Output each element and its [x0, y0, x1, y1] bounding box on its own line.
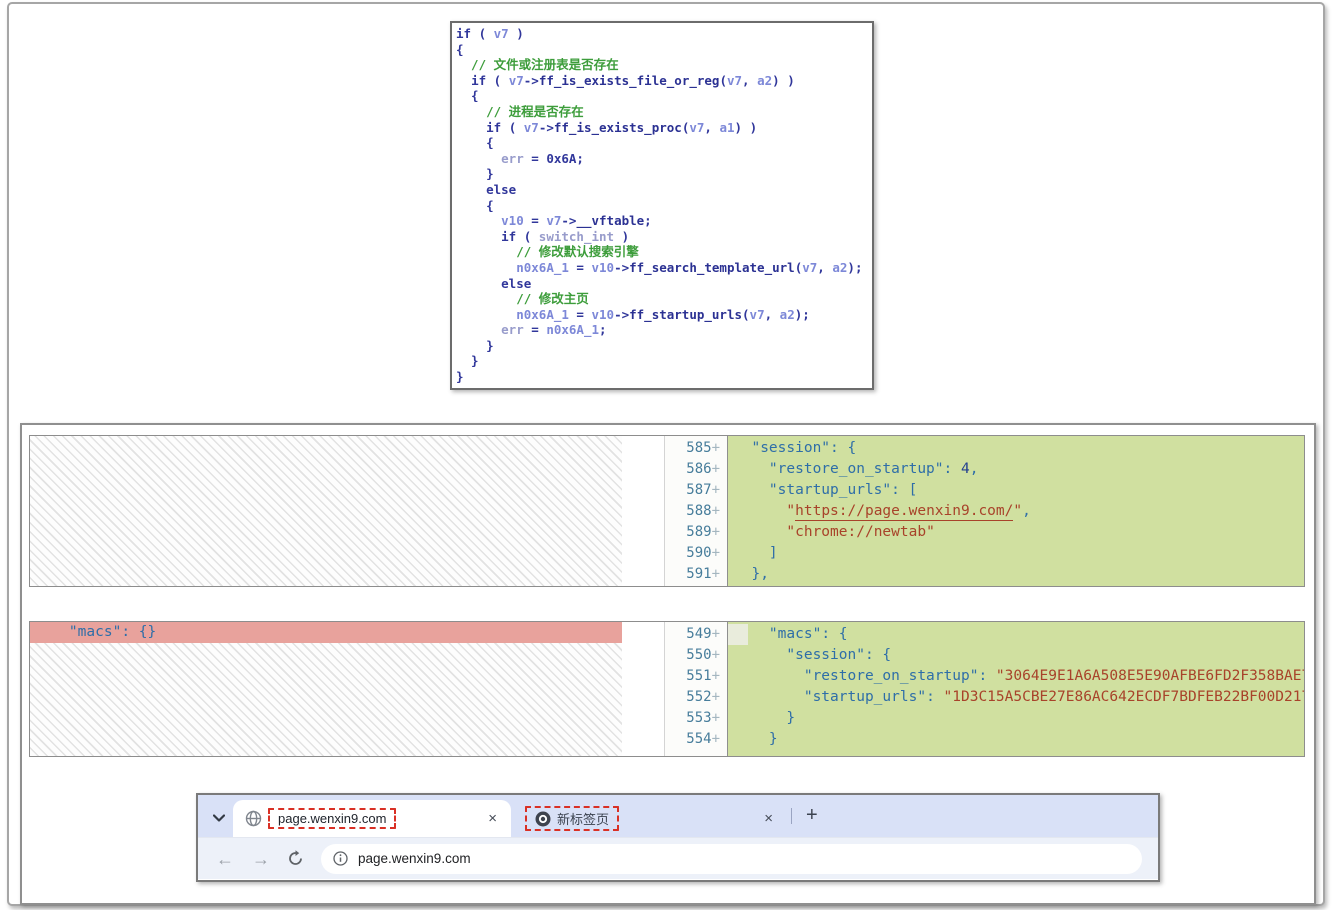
code-line: }: [456, 166, 872, 182]
line-number: 587+: [665, 480, 727, 501]
diff-row: "https://page.wenxin9.com/",: [728, 501, 1304, 522]
back-button[interactable]: ←: [216, 850, 234, 868]
diff1-pane-gap: [622, 436, 665, 586]
diff-row: "session": {: [728, 438, 1304, 459]
chevron-down-icon: [213, 814, 225, 822]
diff2-left-pane: "macs": {}: [30, 622, 622, 756]
red-annotation-box: 新标签页: [525, 806, 619, 831]
code-line: else: [456, 182, 872, 198]
code-line: n0x6A_1 = v10->ff_search_template_url(v7…: [456, 260, 872, 276]
code-line: if ( v7->ff_is_exists_proc(v7, a1) ): [456, 120, 872, 136]
diff2-line-number-gutter: 549+550+551+552+553+554+: [665, 622, 728, 756]
close-icon[interactable]: ×: [760, 809, 777, 828]
page-frame: if ( v7 ){ // 文件或注册表是否存在 if ( v7->ff_is_…: [7, 2, 1325, 906]
code-line: {: [456, 42, 872, 58]
globe-icon: [245, 810, 262, 827]
tab-divider: [791, 808, 792, 824]
line-number: 551+: [665, 666, 727, 687]
line-number: 550+: [665, 645, 727, 666]
forward-button[interactable]: →: [252, 850, 270, 868]
code-line: if ( switch_int ): [456, 229, 872, 245]
line-number: 552+: [665, 687, 727, 708]
diff-row: },: [728, 564, 1304, 585]
code-line: {: [456, 198, 872, 214]
tab-inactive[interactable]: 新标签页 ×: [511, 800, 787, 837]
decompiled-code: if ( v7 ){ // 文件或注册表是否存在 if ( v7->ff_is_…: [456, 26, 872, 385]
line-number: 589+: [665, 522, 727, 543]
diff-block-macs: "macs": {} 549+550+551+552+553+554+ "mac…: [29, 621, 1305, 757]
reload-button[interactable]: [287, 850, 304, 867]
code-line: if ( v7 ): [456, 26, 872, 42]
code-line: }: [456, 338, 872, 354]
code-line: // 进程是否存在: [456, 104, 872, 120]
code-line: err = n0x6A_1;: [456, 322, 872, 338]
diff2-added-pane: "macs": { "session": { "restore_on_start…: [728, 622, 1304, 756]
diff1-added-pane: "session": { "restore_on_startup": 4, "s…: [728, 436, 1304, 586]
code-line: {: [456, 135, 872, 151]
diff-block-session: 585+586+587+588+589+590+591+ "session": …: [29, 435, 1305, 587]
diff-row: }: [728, 708, 1304, 729]
code-line: n0x6A_1 = v10->ff_startup_urls(v7, a2);: [456, 307, 872, 323]
diff1-left-pane: [30, 436, 622, 586]
code-line: v10 = v7->__vftable;: [456, 213, 872, 229]
chromium-icon: [535, 811, 551, 827]
browser-mockup: page.wenxin9.com × 新标签页 × + ← →: [196, 793, 1160, 882]
line-number: 549+: [665, 624, 727, 645]
close-icon[interactable]: ×: [484, 809, 501, 828]
reload-icon: [287, 850, 304, 867]
line-number: 585+: [665, 438, 727, 459]
tab-label: 新标签页: [557, 809, 609, 828]
code-line: // 文件或注册表是否存在: [456, 57, 872, 73]
tab-active[interactable]: page.wenxin9.com ×: [233, 800, 511, 837]
diff-row: "startup_urls": [: [728, 480, 1304, 501]
diff-row: "restore_on_startup": 4,: [728, 459, 1304, 480]
new-tab-button[interactable]: +: [796, 804, 828, 829]
code-line: }: [456, 353, 872, 369]
code-line: if ( v7->ff_is_exists_file_or_reg(v7, a2…: [456, 73, 872, 89]
diff1-line-number-gutter: 585+586+587+588+589+590+591+: [665, 436, 728, 586]
diff-row: "chrome://newtab": [728, 522, 1304, 543]
address-bar[interactable]: page.wenxin9.com: [321, 844, 1142, 874]
diff-row: "session": {: [728, 645, 1304, 666]
code-line: else: [456, 276, 872, 292]
removed-line: "macs": {}: [30, 622, 622, 643]
tab-search-button[interactable]: [207, 806, 231, 830]
diff-row: "restore_on_startup": "3064E9E1A6A508E5E…: [728, 666, 1304, 687]
decompiler-code-panel: if ( v7 ){ // 文件或注册表是否存在 if ( v7->ff_is_…: [450, 21, 874, 390]
tab-strip: page.wenxin9.com × 新标签页 × +: [198, 795, 1158, 837]
diff-row: "macs": {: [728, 624, 1304, 645]
line-number: 554+: [665, 729, 727, 750]
tab-label: page.wenxin9.com: [278, 811, 386, 826]
browser-toolbar: ← → page.wenxin9.com: [198, 837, 1158, 879]
analysis-panel: 585+586+587+588+589+590+591+ "session": …: [20, 423, 1316, 905]
address-url: page.wenxin9.com: [358, 851, 471, 866]
info-icon: [333, 851, 348, 866]
red-annotation-box: page.wenxin9.com: [268, 808, 396, 829]
diff-row: }: [728, 729, 1304, 750]
code-line: // 修改默认搜索引擎: [456, 244, 872, 260]
diff-row: ]: [728, 543, 1304, 564]
line-number: 553+: [665, 708, 727, 729]
code-line: {: [456, 88, 872, 104]
code-line: // 修改主页: [456, 291, 872, 307]
diff-row: "startup_urls": "1D3C15A5CBE27E86AC642EC…: [728, 687, 1304, 708]
missing-lines-hatch: [30, 436, 622, 586]
missing-lines-hatch: [30, 643, 622, 756]
line-number: 586+: [665, 459, 727, 480]
diff2-pane-gap: [622, 622, 665, 756]
code-line: err = 0x6A;: [456, 151, 872, 167]
line-number: 591+: [665, 564, 727, 585]
line-number: 588+: [665, 501, 727, 522]
code-line: }: [456, 369, 872, 385]
line-number: 590+: [665, 543, 727, 564]
